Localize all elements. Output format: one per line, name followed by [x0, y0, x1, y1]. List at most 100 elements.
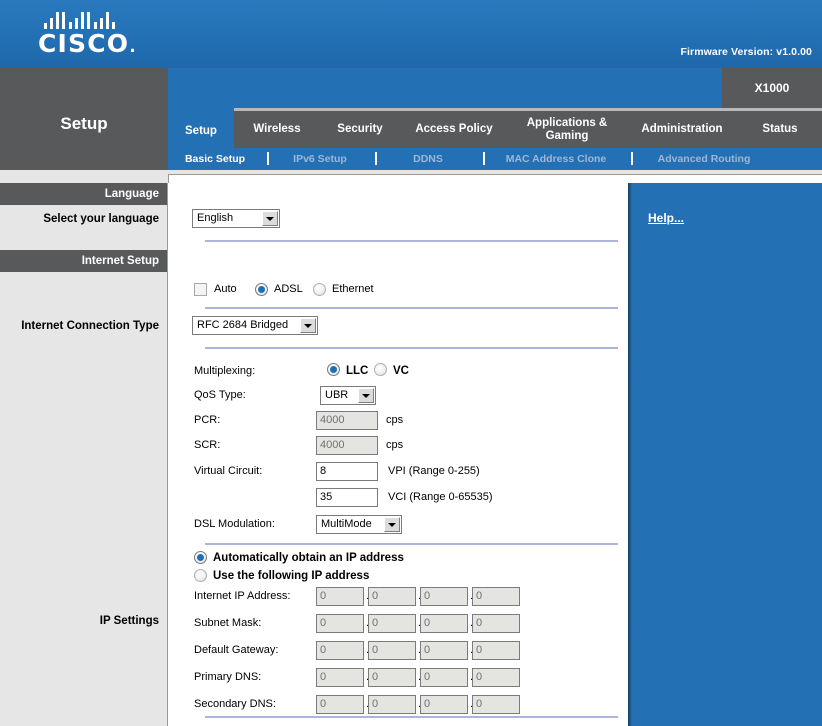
ip-octet-input[interactable]: 0 — [472, 668, 520, 687]
static-ip-radio[interactable] — [194, 569, 207, 582]
subtab-basic-setup[interactable]: Basic Setup — [168, 148, 262, 170]
internet-connection-type-value: RFC 2684 Bridged — [197, 319, 289, 331]
ip-octet-input[interactable]: 0 — [368, 587, 416, 606]
cisco-logo: CISCO. — [38, 12, 158, 58]
ip-octet-input[interactable]: 0 — [472, 641, 520, 660]
model-strip-blue-fill — [168, 68, 722, 108]
tab-applications-gaming[interactable]: Applications & Gaming — [508, 111, 626, 148]
brand-header: CISCO. Firmware Version: v1.0.00 — [0, 0, 822, 68]
vpi-hint: VPI (Range 0-255) — [388, 465, 480, 477]
cisco-wordmark: CISCO. — [38, 31, 158, 60]
main-tab-bar: Setup Wireless Security Access Policy Applic… — [168, 108, 822, 151]
internet-connection-type-select[interactable]: RFC 2684 Bridged — [192, 316, 318, 335]
ethernet-label: Ethernet — [332, 283, 374, 295]
scr-label: SCR: — [194, 439, 221, 451]
auto-ip-label: Automatically obtain an IP address — [213, 552, 404, 564]
help-panel-shadow — [628, 183, 632, 726]
sub-tab-bar: Basic Setup IPv6 Setup DDNS MAC Address Clo… — [168, 148, 822, 170]
vci-input[interactable]: 35 — [316, 488, 378, 507]
chevron-down-icon[interactable] — [300, 318, 316, 333]
ip-octet-input[interactable]: 0 — [368, 695, 416, 714]
ip-octet-input[interactable]: 0 — [368, 668, 416, 687]
ethernet-radio[interactable] — [313, 283, 326, 296]
tab-status[interactable]: Status — [738, 111, 822, 148]
help-link[interactable]: Help... — [648, 211, 684, 225]
divider-ip-settings — [205, 716, 618, 718]
tab-label: Access Policy — [415, 123, 493, 135]
ip-octet-input[interactable]: 0 — [368, 614, 416, 633]
scr-input[interactable]: 4000 — [316, 436, 378, 455]
help-panel: Help... — [628, 183, 822, 726]
tab-label: Security — [337, 123, 383, 135]
adsl-label: ADSL — [274, 283, 303, 295]
chevron-down-icon[interactable] — [384, 517, 400, 532]
vci-hint: VCI (Range 0-65535) — [388, 491, 493, 503]
content-panel-top-edge — [168, 174, 822, 183]
subtab-ipv6-setup[interactable]: IPv6 Setup — [270, 148, 370, 170]
divider-connection-type — [205, 347, 618, 349]
ip-octet-input[interactable]: 0 — [420, 587, 468, 606]
ip-octet-input[interactable]: 0 — [316, 587, 364, 606]
tab-setup[interactable]: Setup — [168, 108, 234, 148]
tab-access-policy[interactable]: Access Policy — [400, 111, 508, 148]
virtual-circuit-label: Virtual Circuit: — [194, 465, 263, 477]
section-header-internet-setup: Internet Setup — [0, 250, 167, 272]
ip-row-label: Internet IP Address: — [194, 590, 291, 602]
pcr-input[interactable]: 4000 — [316, 411, 378, 430]
divider-language — [205, 240, 618, 242]
multiplexing-vc-radio[interactable] — [374, 363, 387, 376]
multiplexing-vc-label: VC — [393, 365, 409, 377]
tab-security[interactable]: Security — [320, 111, 400, 148]
dsl-modulation-select[interactable]: MultiMode — [316, 515, 402, 534]
ip-octet-input[interactable]: 0 — [472, 695, 520, 714]
qos-type-value: UBR — [325, 389, 349, 401]
cisco-wordmark-text: CISCO — [38, 29, 130, 58]
pcr-unit: cps — [386, 414, 404, 426]
multiplexing-label: Multiplexing: — [194, 365, 256, 377]
language-select[interactable]: English — [192, 209, 280, 228]
subtab-separator — [375, 152, 377, 165]
ip-row-label: Primary DNS: — [194, 671, 262, 683]
tab-label: Wireless — [253, 123, 301, 135]
ip-octet-input[interactable]: 0 — [316, 695, 364, 714]
multiplexing-llc-radio[interactable] — [327, 363, 340, 376]
subtab-advanced-routing[interactable]: Advanced Routing — [634, 148, 774, 170]
ip-octet-input[interactable]: 0 — [420, 695, 468, 714]
divider-dsl — [205, 543, 618, 545]
chevron-down-icon[interactable] — [262, 211, 278, 226]
vpi-input[interactable]: 8 — [316, 462, 378, 481]
subtab-separator — [267, 152, 269, 165]
firmware-version: Firmware Version: v1.0.00 — [680, 46, 812, 58]
tab-administration[interactable]: Administration — [626, 111, 738, 148]
ip-octet-input[interactable]: 0 — [420, 641, 468, 660]
ip-row-label: Default Gateway: — [194, 644, 279, 656]
ip-octet-input[interactable]: 0 — [472, 614, 520, 633]
scr-unit: cps — [386, 439, 404, 451]
tab-label: Status — [762, 123, 798, 135]
cisco-bars-icon — [44, 12, 130, 29]
subtab-separator — [631, 152, 633, 165]
auto-checkbox[interactable] — [194, 283, 207, 296]
page-title: Setup — [0, 68, 168, 179]
main-content-panel: English Auto ADSL Ethernet RFC 2684 Brid… — [168, 183, 628, 726]
ip-octet-input[interactable]: 0 — [472, 587, 520, 606]
qos-type-select[interactable]: UBR — [320, 386, 376, 405]
auto-ip-radio[interactable] — [194, 551, 207, 564]
label-internet-connection-type: Internet Connection Type — [21, 320, 159, 332]
ip-row-label: Secondary DNS: — [194, 698, 276, 710]
subtab-mac-address-clone[interactable]: MAC Address Clone — [486, 148, 626, 170]
router-admin-page: CISCO. Firmware Version: v1.0.00 Linksys… — [0, 0, 822, 726]
ip-octet-input[interactable]: 0 — [316, 641, 364, 660]
static-ip-label: Use the following IP address — [213, 570, 370, 582]
ip-octet-input[interactable]: 0 — [420, 668, 468, 687]
ip-octet-input[interactable]: 0 — [368, 641, 416, 660]
subtab-ddns[interactable]: DDNS — [378, 148, 478, 170]
adsl-radio[interactable] — [255, 283, 268, 296]
qos-type-label: QoS Type: — [194, 389, 246, 401]
ip-octet-input[interactable]: 0 — [420, 614, 468, 633]
chevron-down-icon[interactable] — [358, 388, 374, 403]
ip-octet-input[interactable]: 0 — [316, 668, 364, 687]
tab-wireless[interactable]: Wireless — [234, 111, 320, 148]
ip-octet-input[interactable]: 0 — [316, 614, 364, 633]
section-header-ip-settings: IP Settings — [99, 615, 159, 627]
